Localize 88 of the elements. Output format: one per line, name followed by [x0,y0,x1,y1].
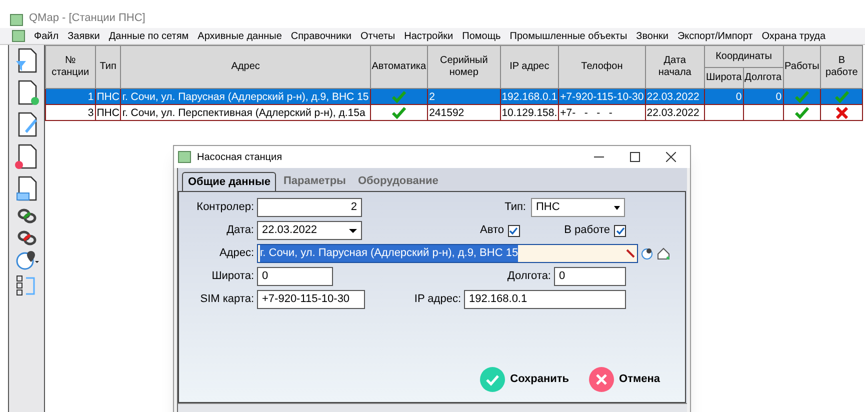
column-header[interactable]: Координаты [704,46,784,68]
date-field[interactable]: 22.03.2022 [257,221,362,240]
column-header[interactable]: Серийный номер [428,46,500,88]
menu-item[interactable]: Архивные данные [198,28,282,44]
close-circle-icon [589,367,614,392]
table-cell: +7- - - - [558,104,646,120]
column-header[interactable]: Адрес [120,46,370,88]
column-header[interactable]: Автоматика [370,46,428,88]
field-label: Долгота: [507,269,551,284]
table-cell: ПНС [95,104,121,120]
table-cell: 3 [46,104,96,120]
remove-document-icon[interactable] [14,143,38,171]
input-field[interactable]: 0 [257,267,333,286]
cancel-button[interactable]: Отмена [589,367,660,392]
menu-item[interactable]: Данные по сетям [108,28,189,44]
type-dropdown[interactable]: ПНС [531,198,625,217]
window-title: QMap - [Станции ПНС] [29,10,146,26]
field-label: Контролер: [196,200,254,216]
column-header[interactable]: Дата начала [645,46,704,88]
print-document-icon[interactable] [14,175,38,203]
input-field[interactable]: 2 [257,198,362,217]
table-cell: 0 [743,88,784,104]
caret-icon [614,206,620,210]
field-label: Тип: [504,200,526,216]
table-cell: 2 [428,88,500,104]
table-cell: 10.129.158. [500,104,559,120]
table-row[interactable]: 3 ПНС г. Сочи, ул. Перспективная (Адлерский р-н), д.15а 241592 10.129.158. +7- - - - 22.03.2022 [46,104,862,120]
menu-item[interactable]: Промышленные объекты [510,28,628,44]
table-cell: 0 [704,88,744,104]
table-cell: 1 [46,88,96,104]
table-cell: г. Сочи, ул. Перспективная (Адлерский р-н), д.15а [120,104,370,120]
table-cell: г. Сочи, ул. Парусная (Адлерский р-н), д.9, ВНС 15 [120,88,370,104]
menu-item[interactable]: Охрана труда [762,28,826,44]
menu-item[interactable]: Справочники [290,28,352,44]
menu-item[interactable]: Помощь [462,28,501,44]
save-button[interactable]: Сохранить [480,367,570,392]
table-cell: 22.03.2022 [645,104,704,120]
table-cell: ПНС [95,88,121,104]
table-cell: +7-920-115-10-30 [558,88,646,104]
column-header[interactable]: IP адрес [500,46,559,88]
field-label: Адрес: [218,246,254,262]
unlink-icon[interactable] [16,229,36,247]
input-field[interactable]: 0 [554,267,626,286]
column-header[interactable]: В работе [820,46,862,88]
tab[interactable]: Оборудование [352,172,444,191]
menu-item[interactable]: Настройки [404,28,454,44]
check-circle-icon [480,367,506,392]
menu-item[interactable]: Отчеты [360,28,396,44]
tab[interactable]: Параметры [278,172,351,191]
caret-icon [349,228,357,232]
app-icon [178,151,191,163]
table-cell: 22.03.2022 [645,88,704,104]
checkbox[interactable] [614,224,626,236]
app-icon [10,14,23,26]
table-cell: 192.168.0.1 [500,88,559,104]
column-header[interactable]: Широта [704,68,744,88]
maximize-icon[interactable] [630,152,640,162]
table-row[interactable]: 1 ПНС г. Сочи, ул. Парусная (Адлерский р-н), д.9, ВНС 15 2 192.168.0.1 +7-920-115-10-30 22.03.2022 0 0 [46,88,862,104]
menu-item[interactable]: Заявки [68,28,100,44]
menu-item[interactable]: Экспорт/Импорт [677,28,753,44]
field-label: Авто [480,223,504,238]
checkbox[interactable] [508,224,520,236]
field-label: Широта: [210,269,254,284]
field-label: Дата: [226,223,254,238]
clear-icon[interactable] [626,249,635,258]
column-header[interactable]: № станции [46,46,96,88]
column-header[interactable]: Тип [95,46,121,88]
input-field[interactable]: 192.168.0.1 [464,290,626,309]
tab[interactable]: Общие данные [182,172,276,191]
field-label: В работе [564,223,610,238]
column-header[interactable]: Телофон [558,46,646,88]
app-icon [12,30,25,42]
table-cell: 241592 [428,104,500,120]
menu-item[interactable]: Звонки [636,28,668,44]
field-label: IP адрес: [414,292,461,308]
field-label: SIM карта: [199,292,254,308]
menu-item[interactable]: Файл [34,28,59,44]
filter-document-icon[interactable] [14,47,38,75]
home-icon[interactable] [657,247,670,260]
input-field[interactable]: +7-920-115-10-30 [257,290,365,309]
dialog-title: Насосная станция [197,150,284,164]
link-icon[interactable] [16,207,36,225]
selected-text: г. Сочи, ул. Парусная (Адлерский р-н), д.9, ВНС 15 [260,245,518,262]
address-field[interactable]: г. Сочи, ул. Парусная (Адлерский р-н), д.9, ВНС 15 [257,244,638,263]
tree-list-icon[interactable] [16,275,38,297]
close-icon[interactable] [666,152,676,162]
column-header[interactable]: Работы [783,46,821,88]
column-header[interactable]: Долгота [743,68,784,88]
